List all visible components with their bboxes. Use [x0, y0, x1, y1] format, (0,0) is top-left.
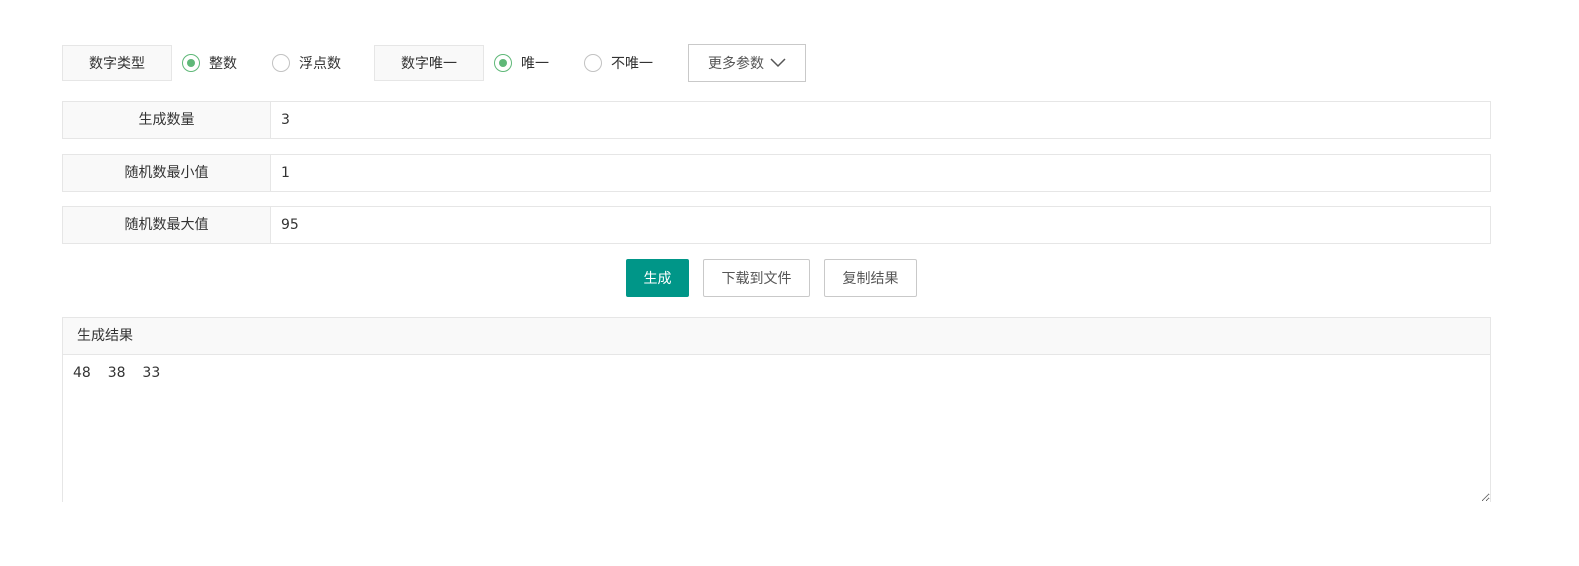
result-panel: 生成结果 48 38 33	[62, 317, 1491, 502]
result-title: 生成结果	[63, 318, 1490, 355]
max-label: 随机数最大值	[63, 207, 271, 243]
min-input[interactable]	[271, 155, 1490, 191]
random-number-generator: 数字类型 整数 浮点数 数字唯一 唯一 不唯一 更多参数 生成数量 3 随机数最…	[0, 0, 1579, 566]
number-type-label: 数字类型	[62, 45, 172, 81]
unique-radio-label: 唯一	[521, 56, 549, 72]
non-unique-radio[interactable]: 不唯一	[584, 53, 653, 73]
options-row: 数字类型 整数 浮点数 数字唯一 唯一 不唯一 更多参数	[62, 44, 806, 82]
number-unique-label: 数字唯一	[374, 45, 484, 81]
max-input[interactable]	[271, 207, 1490, 243]
unique-radio[interactable]: 唯一	[494, 53, 549, 73]
radio-checked-icon	[182, 54, 200, 72]
non-unique-radio-label: 不唯一	[611, 56, 653, 72]
radio-unchecked-icon	[272, 54, 290, 72]
download-button[interactable]: 下载到文件	[703, 259, 810, 297]
max-row: 随机数最大值	[62, 206, 1491, 244]
count-row: 生成数量	[62, 101, 1491, 139]
integer-radio[interactable]: 整数	[182, 53, 237, 73]
float-radio[interactable]: 浮点数	[272, 53, 341, 73]
generate-button[interactable]: 生成	[626, 259, 689, 297]
action-buttons: 生成 下载到文件 复制结果	[626, 259, 917, 297]
float-radio-label: 浮点数	[299, 56, 341, 72]
more-params-button[interactable]: 更多参数	[688, 44, 806, 82]
radio-unchecked-icon	[584, 54, 602, 72]
more-params-label: 更多参数	[708, 56, 764, 72]
radio-checked-icon	[494, 54, 512, 72]
copy-result-button[interactable]: 复制结果	[824, 259, 917, 297]
count-label: 生成数量	[63, 102, 271, 138]
chevron-down-icon	[770, 58, 786, 68]
min-row: 随机数最小值	[62, 154, 1491, 192]
count-input[interactable]	[271, 102, 1490, 138]
min-label: 随机数最小值	[63, 155, 271, 191]
integer-radio-label: 整数	[209, 56, 237, 72]
result-textarea[interactable]: 48 38 33	[63, 355, 1490, 502]
